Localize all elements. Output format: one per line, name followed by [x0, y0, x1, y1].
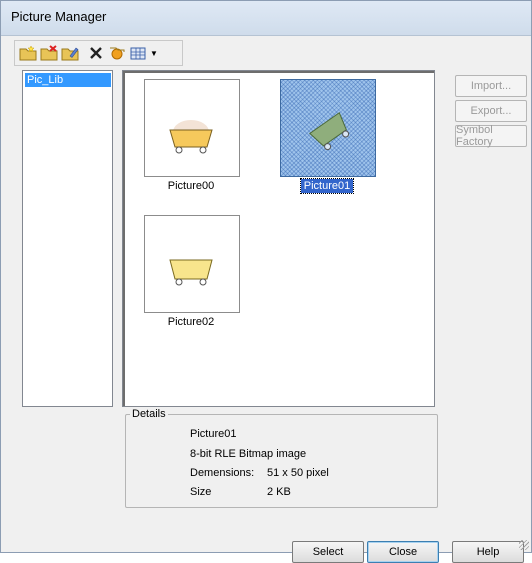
details-picture-name: Picture01 [190, 428, 237, 440]
new-folder-icon[interactable] [18, 43, 38, 63]
picture-thumbnail[interactable] [144, 79, 240, 177]
delete-folder-icon[interactable] [39, 43, 59, 63]
library-list[interactable]: Pic_Lib [22, 70, 113, 407]
add-picture-icon[interactable] [107, 43, 127, 63]
picture-label-selected[interactable]: Picture01 [272, 178, 382, 194]
rename-folder-icon[interactable] [60, 43, 80, 63]
view-icon[interactable] [128, 43, 148, 63]
details-size-value: 2 KB [267, 486, 291, 498]
view-dropdown-arrow-icon[interactable]: ▼ [149, 43, 159, 63]
details-format: 8-bit RLE Bitmap image [190, 448, 307, 460]
details-group: Details Picture01 8-bit RLE Bitmap image… [125, 408, 438, 508]
picture-manager-window: Picture Manager ▼ Pic_Lib Picture00 Pict… [0, 0, 532, 563]
library-item-pic-lib[interactable]: Pic_Lib [25, 73, 111, 87]
details-dimensions-label: Demensions: [190, 467, 255, 479]
picture-thumbnail-selected[interactable] [280, 79, 376, 177]
dialog-client: ▼ Pic_Lib Picture00 Picture01 Picture02 … [1, 36, 531, 563]
select-button[interactable]: Select [292, 541, 364, 563]
picture-label[interactable]: Picture00 [136, 180, 246, 192]
pictures-view[interactable]: Picture00 Picture01 Picture02 [122, 70, 435, 407]
picture-label[interactable]: Picture02 [136, 316, 246, 328]
symbol-factory-button[interactable]: Symbol Factory [455, 124, 527, 148]
title-bar[interactable]: Picture Manager [1, 1, 531, 36]
resize-grip-icon[interactable] [519, 540, 529, 550]
help-button[interactable]: Help [452, 541, 524, 563]
picture-thumbnail[interactable] [144, 215, 240, 313]
window-title: Picture Manager [11, 9, 107, 24]
import-button[interactable]: Import... [455, 75, 527, 97]
export-button[interactable]: Export... [455, 100, 527, 122]
details-legend: Details [130, 408, 168, 420]
close-button[interactable]: Close [367, 541, 439, 563]
delete-icon[interactable] [86, 43, 106, 63]
toolbar: ▼ [14, 40, 183, 66]
details-dimensions-value: 51 x 50 pixel [267, 467, 329, 479]
details-size-label: Size [190, 486, 212, 498]
